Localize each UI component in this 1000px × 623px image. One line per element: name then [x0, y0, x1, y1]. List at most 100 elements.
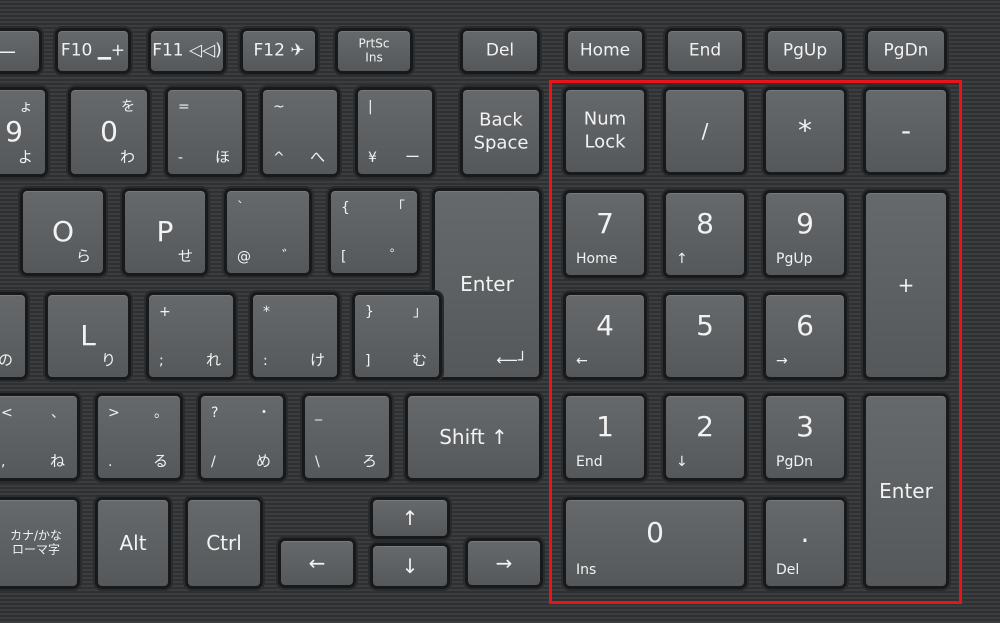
key-legend-tl: |: [368, 99, 373, 115]
pgup-key[interactable]: PgUp: [765, 28, 845, 74]
numpad-4-key[interactable]: 4 ←: [563, 292, 647, 380]
colon-key[interactable]: *: け: [250, 292, 340, 380]
numpad-9-key[interactable]: 9 PgUp: [763, 190, 847, 278]
numpad-multiply-key[interactable]: *: [763, 87, 847, 175]
key-legend-main: 6: [796, 309, 814, 343]
key-legend-bl: @: [237, 249, 251, 265]
key-legend-main: /: [701, 119, 709, 143]
key-legend-tr: 、: [51, 405, 65, 421]
key-legend-br: ⟵┘: [496, 351, 527, 369]
home-key[interactable]: Home: [565, 28, 645, 74]
key-legend-tl: _: [315, 405, 322, 421]
bracket-close-key[interactable]: } 」] む: [352, 292, 442, 380]
key-legend-br: む: [411, 351, 427, 369]
key-legend-tr: を: [121, 99, 135, 115]
f9-key[interactable]: —: [0, 28, 42, 74]
key-legend-main: *: [798, 114, 812, 147]
o-key[interactable]: Oら: [20, 188, 106, 276]
key-legend-main: ↓: [401, 554, 419, 578]
f11-key[interactable]: F11 ◁◁): [148, 28, 226, 74]
key-legend-bl: [: [341, 249, 347, 265]
numpad-6-key[interactable]: 6 →: [763, 292, 847, 380]
at-key[interactable]: ` @ ゛: [224, 188, 312, 276]
key-legend-main: —: [0, 41, 39, 61]
key-legend-tl: {: [341, 200, 350, 216]
key-legend-bl: /: [211, 454, 216, 470]
key-legend-br: り: [100, 351, 116, 369]
numpad-decimal-key[interactable]: . Del: [763, 497, 847, 589]
comma-key[interactable]: < 、, ね: [0, 393, 80, 481]
key-legend-tl: `: [237, 200, 244, 216]
key-legend-main: 5: [696, 309, 714, 343]
key-legend-br: ら: [75, 247, 91, 265]
end-key[interactable]: End: [665, 28, 745, 74]
l-key[interactable]: Lり: [45, 292, 131, 380]
key-legend-tl: ~: [273, 99, 285, 115]
key-legend-bl: ;: [159, 353, 164, 369]
bracket-open-key[interactable]: {「 [゜: [328, 188, 420, 276]
pgdn-key[interactable]: PgDn: [865, 28, 947, 74]
minus-key[interactable]: = - ほ: [165, 87, 245, 177]
numpad-8-key[interactable]: 8 ↑: [663, 190, 747, 278]
key-legend-br: よ: [17, 148, 33, 166]
slash-key[interactable]: ? ・ / め: [198, 393, 286, 481]
key-legend-tl: >: [108, 405, 120, 421]
caret-key[interactable]: ~ ^ へ: [260, 87, 340, 177]
key-legend-main: →: [495, 551, 513, 575]
key-legend-main: Ctrl: [206, 531, 242, 555]
key-legend-br: ね: [49, 452, 65, 470]
f10-key[interactable]: F10 ▁+: [55, 28, 131, 74]
numpad-0-key[interactable]: 0 Ins: [563, 497, 747, 589]
key-legend-main: Del: [485, 40, 515, 61]
key-legend-main: Home: [579, 40, 631, 61]
numpad-1-key[interactable]: 1 End: [563, 393, 647, 481]
key-legend-tr: 「: [391, 200, 405, 216]
key-legend-tl: <: [1, 405, 13, 421]
numpad-enter-key[interactable]: Enter: [863, 393, 949, 589]
numpad-plus-key[interactable]: +: [863, 190, 949, 380]
numlock-key[interactable]: Num Lock: [563, 87, 647, 175]
enter-key[interactable]: Enter ⟵┘: [432, 188, 542, 380]
numpad-divide-key[interactable]: /: [663, 87, 747, 175]
ctrl-key[interactable]: Ctrl: [185, 497, 263, 589]
key-legend-bl: ¥: [368, 150, 377, 166]
p-key[interactable]: Pせ: [122, 188, 208, 276]
key-legend-br: へ: [309, 148, 325, 166]
arrow-right-key[interactable]: →: [465, 538, 543, 588]
key-legend-tr: 」: [413, 304, 427, 320]
backslash-key[interactable]: _ \ ろ: [302, 393, 392, 481]
key-legend-main: -: [900, 114, 912, 147]
period-key[interactable]: > 。. る: [95, 393, 183, 481]
arrow-up-key[interactable]: ↑: [370, 497, 450, 539]
prtsc-key[interactable]: PrtSc Ins: [335, 28, 413, 74]
key-legend-main: 9: [796, 207, 814, 241]
backspace-key[interactable]: Back Space: [460, 87, 542, 177]
kana-key[interactable]: カナ/かな ローマ字: [0, 497, 80, 589]
numpad-2-key[interactable]: 2 ↓: [663, 393, 747, 481]
key-legend-tl: *: [263, 304, 270, 320]
key-legend-main: PgUp: [782, 40, 828, 61]
k-key-partial[interactable]: の: [0, 292, 28, 380]
arrow-down-key[interactable]: ↓: [370, 543, 450, 589]
numpad-3-key[interactable]: 3 PgDn: [763, 393, 847, 481]
del-key[interactable]: Del: [460, 28, 540, 74]
yen-key[interactable]: | ¥ ー: [355, 87, 435, 177]
numpad-minus-key[interactable]: -: [863, 87, 949, 175]
key-legend-bl: ↓: [676, 454, 688, 470]
numpad-5-key[interactable]: 5: [663, 292, 747, 380]
f12-key[interactable]: F12 ✈: [240, 28, 318, 74]
right-shift-key[interactable]: Shift ↑: [405, 393, 542, 481]
semicolon-key[interactable]: +; れ: [146, 292, 236, 380]
key-legend-main: P: [156, 215, 174, 248]
key-legend-main: 1: [596, 410, 614, 444]
key-legend-tl: =: [178, 99, 190, 115]
key-legend-br: れ: [205, 351, 221, 369]
alt-key[interactable]: Alt: [95, 497, 171, 589]
key-legend-bl: -: [178, 150, 184, 166]
0-key[interactable]: 0をわ: [68, 87, 150, 177]
numpad-7-key[interactable]: 7 Home: [563, 190, 647, 278]
key-legend-bl: PgUp: [776, 251, 813, 267]
key-legend-main: Alt: [119, 531, 147, 555]
9-key[interactable]: 9ょよ: [0, 87, 48, 177]
arrow-left-key[interactable]: ←: [278, 538, 356, 588]
